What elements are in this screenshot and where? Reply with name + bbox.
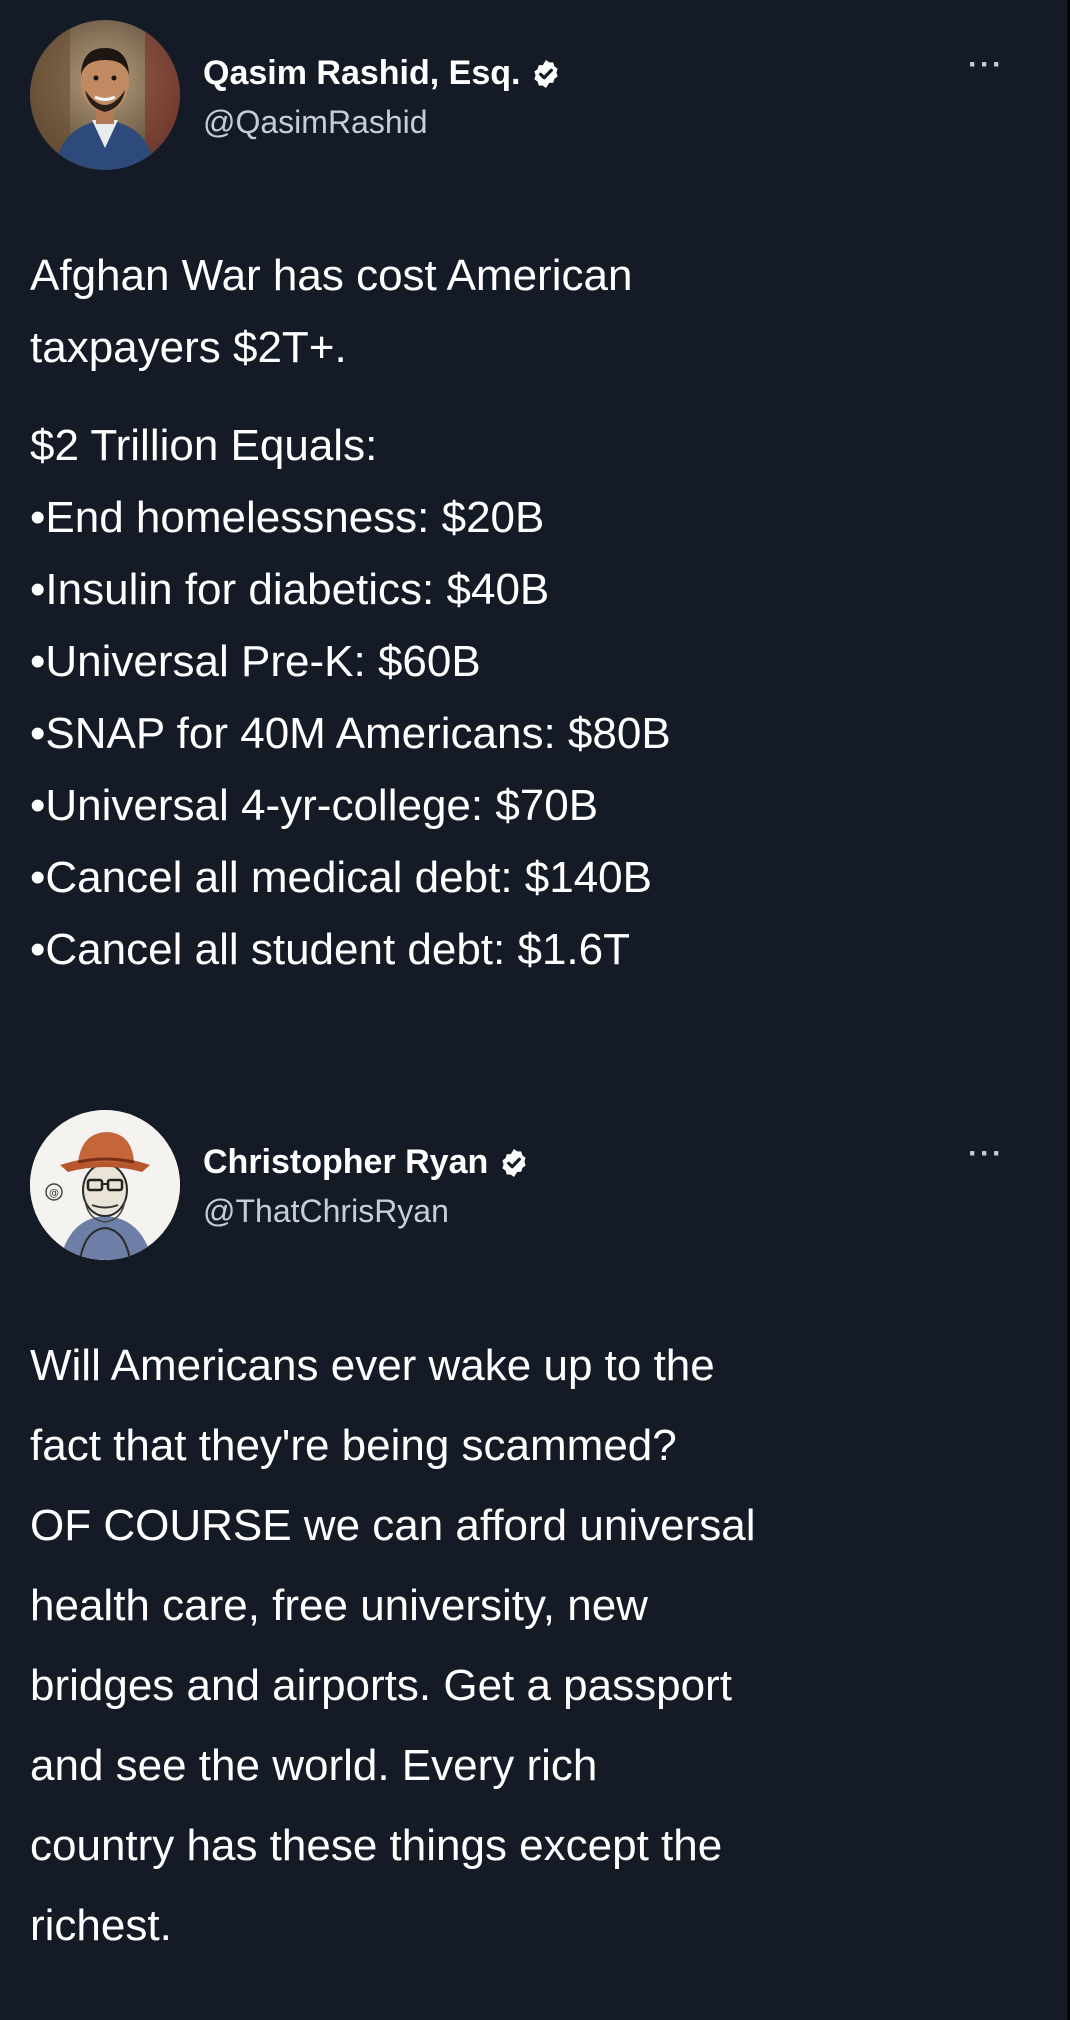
verified-badge-icon xyxy=(498,1147,530,1179)
avatar[interactable]: @ xyxy=(30,1110,180,1260)
verified-badge-icon xyxy=(530,58,562,90)
text-line: richest. xyxy=(30,1901,172,1950)
text-line: fact that they're being scammed? xyxy=(30,1421,677,1470)
svg-text:@: @ xyxy=(49,1188,59,1199)
text-line: Will Americans ever wake up to the xyxy=(30,1341,715,1390)
text-line: health care, free university, new xyxy=(30,1581,648,1630)
list-item: •Cancel all medical debt: $140B xyxy=(30,853,652,902)
list-item: •SNAP for 40M Americans: $80B xyxy=(30,709,671,758)
author-name[interactable]: Qasim Rashid, Esq. xyxy=(203,54,520,93)
text-line: bridges and airports. Get a passport xyxy=(30,1661,732,1710)
author-name[interactable]: Christopher Ryan xyxy=(203,1143,488,1182)
text-line: OF COURSE we can afford universal xyxy=(30,1501,756,1550)
more-options-icon[interactable]: ··· xyxy=(968,48,1004,82)
author-handle[interactable]: @ThatChrisRyan xyxy=(203,1193,449,1230)
text-line: Afghan War has cost American xyxy=(30,251,633,300)
list-item: •End homelessness: $20B xyxy=(30,493,545,542)
tweet-text: Afghan War has cost American taxpayers $… xyxy=(30,240,671,986)
more-options-icon[interactable]: ··· xyxy=(968,1137,1004,1171)
text-line: country has these things except the xyxy=(30,1821,723,1870)
author-handle[interactable]: @QasimRashid xyxy=(203,104,428,141)
screenshot: Qasim Rashid, Esq. @QasimRashid ··· Afgh… xyxy=(0,0,1070,2020)
tweet-text: Will Americans ever wake up to the fact … xyxy=(30,1326,755,1966)
avatar[interactable] xyxy=(30,20,180,170)
list-item: •Universal Pre-K: $60B xyxy=(30,637,481,686)
list-item: •Insulin for diabetics: $40B xyxy=(30,565,550,614)
list-item: •Cancel all student debt: $1.6T xyxy=(30,925,630,974)
list-item: •Universal 4-yr-college: $70B xyxy=(30,781,599,830)
text-line: and see the world. Every rich xyxy=(30,1741,598,1790)
text-line: taxpayers $2T+. xyxy=(30,323,347,372)
text-line: $2 Trillion Equals: xyxy=(30,421,378,470)
